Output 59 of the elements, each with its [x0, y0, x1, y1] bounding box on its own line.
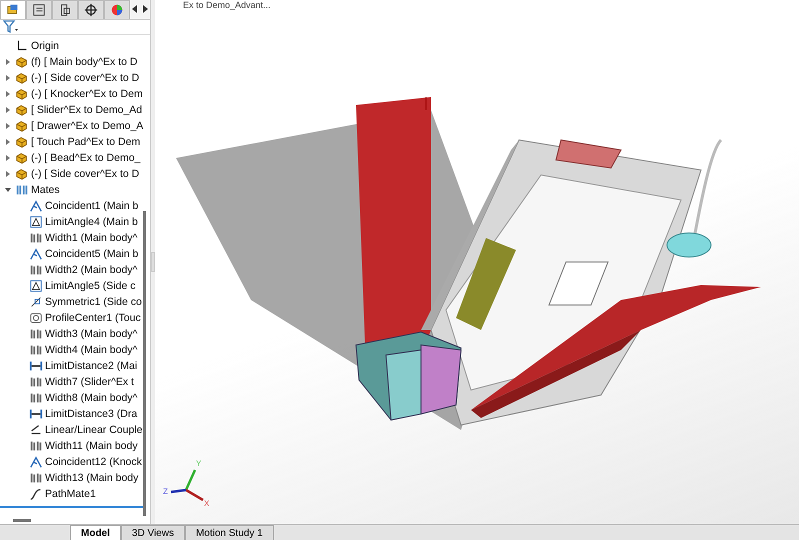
tree-item[interactable]: Mates: [31, 184, 60, 196]
tree-item[interactable]: [ Drawer^Ex to Demo_A: [31, 120, 144, 132]
tree-item[interactable]: Width8 (Main body^: [45, 392, 138, 404]
tree-item[interactable]: LimitDistance3 (Dra: [45, 408, 138, 420]
left-arrow-icon: [132, 4, 138, 12]
splitter-handle[interactable]: [151, 252, 155, 272]
tree-item[interactable]: Width1 (Main body^: [45, 232, 138, 244]
tree-item[interactable]: (-) [ Side cover^Ex to D: [31, 168, 140, 180]
feature-tree-tab[interactable]: [0, 0, 26, 19]
axis-triad-drawing: [170, 469, 204, 502]
tree-item[interactable]: (-) [ Knocker^Ex to Dem: [31, 88, 143, 100]
tree-item[interactable]: LimitAngle4 (Main b: [45, 216, 138, 228]
part-icon: [15, 135, 29, 149]
tree-item[interactable]: LimitDistance2 (Mai: [45, 360, 138, 372]
dimxpert-tab[interactable]: [78, 0, 104, 19]
tree-item[interactable]: Coincident12 (Knock: [45, 456, 142, 468]
tree-item[interactable]: Width4 (Main body^: [45, 344, 138, 356]
part-icon: [15, 119, 29, 133]
bottom-tab[interactable]: Model: [70, 525, 121, 540]
tree-item[interactable]: ProfileCenter1 (Touc: [45, 312, 141, 324]
tree-item[interactable]: Coincident1 (Main b: [45, 200, 138, 212]
configuration-tab[interactable]: [52, 0, 78, 19]
axis-label: Z: [163, 487, 168, 496]
scrollbar[interactable]: [13, 518, 31, 522]
tree-item[interactable]: (-) [ Side cover^Ex to D: [31, 72, 140, 84]
part-icon: [15, 55, 29, 69]
tree-item[interactable]: Width13 (Main body: [45, 472, 138, 484]
tree-item[interactable]: Symmetric1 (Side co: [45, 296, 142, 308]
display-tab[interactable]: [104, 0, 130, 19]
document-title: Ex to Demo_Advant...: [183, 0, 271, 10]
tree-item[interactable]: Origin: [31, 40, 60, 52]
tree-item[interactable]: (f) [ Main body^Ex to D: [31, 56, 138, 68]
origin-icon: [15, 39, 29, 53]
part-icon: [15, 71, 29, 85]
tree-item[interactable]: [ Touch Pad^Ex to Dem: [31, 136, 140, 148]
tree-item[interactable]: (-) [ Bead^Ex to Demo_: [31, 152, 140, 164]
right-arrow-icon: [142, 4, 148, 12]
scroll-right-button[interactable]: [140, 0, 150, 19]
tree-item[interactable]: Width7 (Slider^Ex t: [45, 376, 134, 388]
scroll-left-button[interactable]: [130, 0, 140, 19]
tree-item[interactable]: Coincident5 (Main b: [45, 248, 138, 260]
axis-label: X: [204, 499, 210, 508]
axis-label: Y: [196, 459, 202, 468]
tree-item[interactable]: Linear/Linear Couple: [45, 424, 142, 436]
part-icon: [15, 151, 29, 165]
tree-item[interactable]: LimitAngle5 (Side c: [45, 280, 136, 292]
part-icon: [15, 103, 29, 117]
tree-item[interactable]: [ Slider^Ex to Demo_Ad: [31, 104, 142, 116]
scrollbar[interactable]: [143, 211, 146, 516]
tree-item[interactable]: Width2 (Main body^: [45, 264, 138, 276]
tree-item[interactable]: Width11 (Main body: [45, 440, 138, 452]
bottom-tab[interactable]: Motion Study 1: [184, 525, 274, 540]
filter-icon[interactable]: [3, 20, 19, 34]
part-icon: [15, 87, 29, 101]
tree-item[interactable]: Width3 (Main body^: [45, 328, 138, 340]
property-tab[interactable]: [26, 0, 52, 19]
part-icon: [15, 167, 29, 181]
bottom-tab[interactable]: 3D Views: [120, 525, 185, 540]
tree-item[interactable]: PathMate1: [45, 488, 96, 500]
